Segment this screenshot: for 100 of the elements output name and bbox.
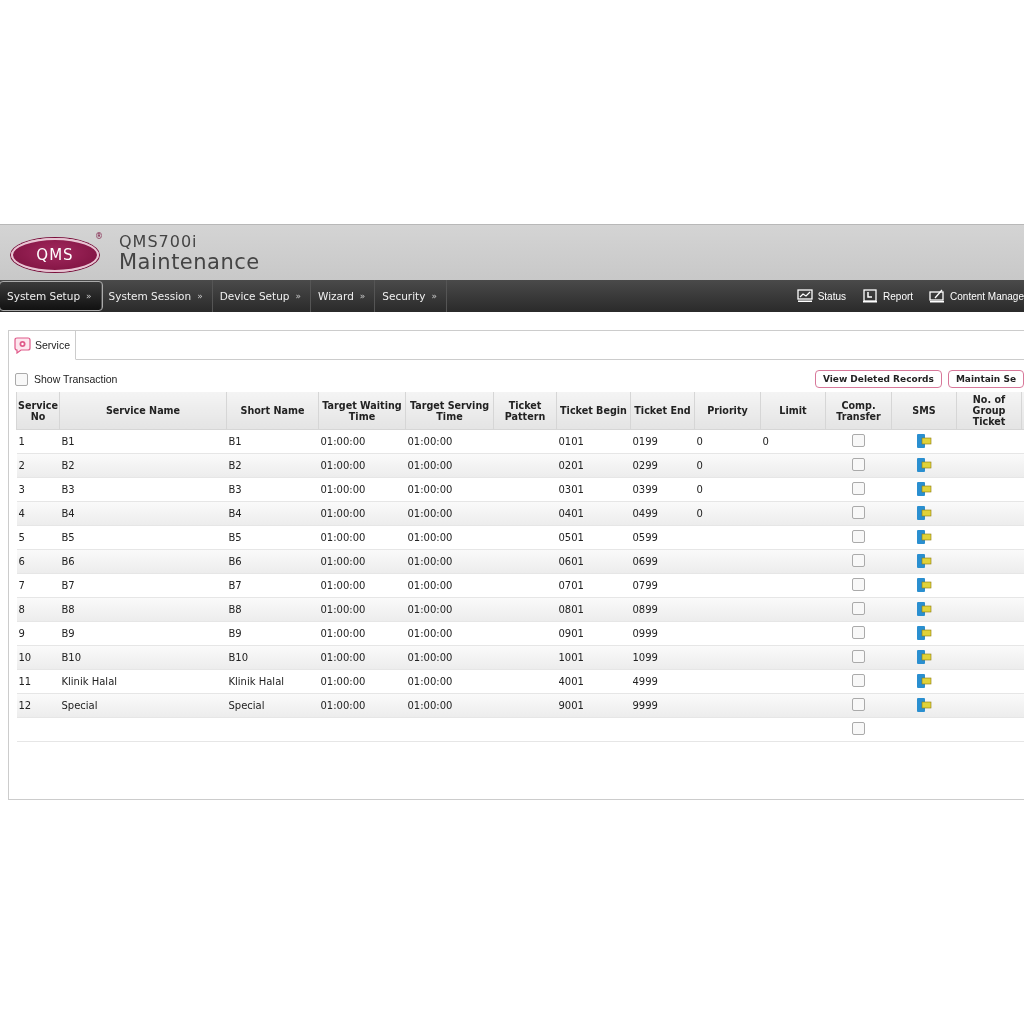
table-cell: B7 <box>226 573 319 598</box>
table-cell: 0199 <box>630 429 695 454</box>
checkbox[interactable] <box>852 674 865 687</box>
checkbox[interactable] <box>852 506 865 519</box>
checkbox[interactable] <box>852 698 865 711</box>
table-cell: 10 <box>16 645 60 670</box>
checkbox[interactable] <box>852 578 865 591</box>
table-cell: B6 <box>59 549 227 574</box>
menu-item[interactable]: System Setup » <box>0 282 102 310</box>
checkbox[interactable] <box>852 722 865 735</box>
table-cell: 0601 <box>556 549 631 574</box>
table-cell: 01:00:00 <box>318 621 406 646</box>
table-cell: 1099 <box>630 645 695 670</box>
phone-card-icon[interactable] <box>916 433 932 448</box>
table-cell: 0101 <box>556 429 631 454</box>
table-cell: 01:00:00 <box>405 525 494 550</box>
table-cell: 0299 <box>630 453 695 478</box>
table-cell: 01:00:00 <box>405 693 494 718</box>
checkbox[interactable] <box>852 650 865 663</box>
table-cell: Special <box>226 693 319 718</box>
phone-card-icon[interactable] <box>916 481 932 496</box>
tab[interactable]: Service <box>9 331 76 360</box>
table-cell: B2 <box>226 453 319 478</box>
column-header: Ticket Pattern <box>493 392 557 430</box>
column-header: Limit <box>760 392 826 430</box>
column-header: Service No <box>16 392 60 430</box>
table-cell: Klinik Halal <box>59 669 227 694</box>
table-cell: 2 <box>16 453 60 478</box>
menu-link[interactable]: Report <box>862 289 914 303</box>
monitor-pen-icon <box>929 289 946 303</box>
table-cell: 5 <box>16 525 60 550</box>
column-header: Ticket End <box>630 392 695 430</box>
table-cell: B1 <box>226 429 319 454</box>
checkbox[interactable] <box>852 458 865 471</box>
table-cell: 7 <box>16 573 60 598</box>
table-cell: 3 <box>16 477 60 502</box>
table-cell: B4 <box>59 501 227 526</box>
table-cell: B9 <box>59 621 227 646</box>
phone-card-icon[interactable] <box>916 649 932 664</box>
table-cell: 0599 <box>630 525 695 550</box>
table-cell: 01:00:00 <box>318 645 406 670</box>
checkbox[interactable] <box>852 602 865 615</box>
table-cell: 01:00:00 <box>318 573 406 598</box>
phone-card-icon[interactable] <box>916 505 932 520</box>
table-cell: 0999 <box>630 621 695 646</box>
menu-item[interactable]: System Session » <box>101 280 213 312</box>
table-cell: 01:00:00 <box>318 477 406 502</box>
menu-item[interactable]: Wizard » <box>311 280 376 312</box>
monitor-chart-icon <box>796 289 813 303</box>
table-cell: 01:00:00 <box>318 693 406 718</box>
table-cell: 01:00:00 <box>405 477 494 502</box>
phone-card-icon[interactable] <box>916 697 932 712</box>
phone-card-icon[interactable] <box>916 577 932 592</box>
table-cell: 0 <box>760 429 826 454</box>
phone-card-icon[interactable] <box>916 553 932 568</box>
table-cell: 01:00:00 <box>405 597 494 622</box>
checkbox[interactable] <box>852 482 865 495</box>
table-cell: B3 <box>59 477 227 502</box>
phone-card-icon[interactable] <box>916 625 932 640</box>
table-cell: B7 <box>59 573 227 598</box>
menu-link[interactable]: Status <box>796 289 847 303</box>
table-cell: 0201 <box>556 453 631 478</box>
table-cell: B5 <box>59 525 227 550</box>
table-cell: Special <box>59 693 227 718</box>
checkbox[interactable] <box>852 530 865 543</box>
table-cell: 9001 <box>556 693 631 718</box>
table-cell: B1 <box>59 429 227 454</box>
menu-item[interactable]: Security » <box>375 280 447 312</box>
table-cell: B8 <box>226 597 319 622</box>
table-cell: 01:00:00 <box>318 501 406 526</box>
menu-link[interactable]: Content Manage <box>929 289 1024 303</box>
table-cell: 01:00:00 <box>405 429 494 454</box>
table-cell: 01:00:00 <box>318 549 406 574</box>
phone-card-icon[interactable] <box>916 529 932 544</box>
table-cell: Klinik Halal <box>226 669 319 694</box>
checkbox[interactable] <box>852 626 865 639</box>
menu-item[interactable]: Device Setup » <box>212 280 311 312</box>
action-button[interactable]: Maintain Se <box>947 370 1024 388</box>
phone-card-icon[interactable] <box>916 601 932 616</box>
table-cell: B10 <box>59 645 227 670</box>
column-header: Priority <box>694 392 761 430</box>
column-header: Target Waiting Time <box>318 392 406 430</box>
show-transaction-checkbox[interactable]: Show Transaction <box>15 372 118 386</box>
table-cell: B5 <box>226 525 319 550</box>
table-cell: 0 <box>694 429 761 454</box>
table-cell: 4999 <box>630 669 695 694</box>
product-name: QMS700i <box>119 233 199 250</box>
checkbox[interactable] <box>852 434 865 447</box>
phone-card-icon[interactable] <box>916 457 932 472</box>
table-cell: 01:00:00 <box>405 549 494 574</box>
table-cell: 11 <box>16 669 60 694</box>
table-cell: B2 <box>59 453 227 478</box>
table-cell: 9999 <box>630 693 695 718</box>
table-cell: 6 <box>16 549 60 574</box>
action-button[interactable]: View Deleted Records <box>814 370 942 388</box>
checkbox[interactable] <box>852 554 865 567</box>
table-cell: 01:00:00 <box>318 429 406 454</box>
table-cell: 01:00:00 <box>405 645 494 670</box>
phone-card-icon[interactable] <box>916 673 932 688</box>
column-header: Comp. Transfer <box>825 392 892 430</box>
